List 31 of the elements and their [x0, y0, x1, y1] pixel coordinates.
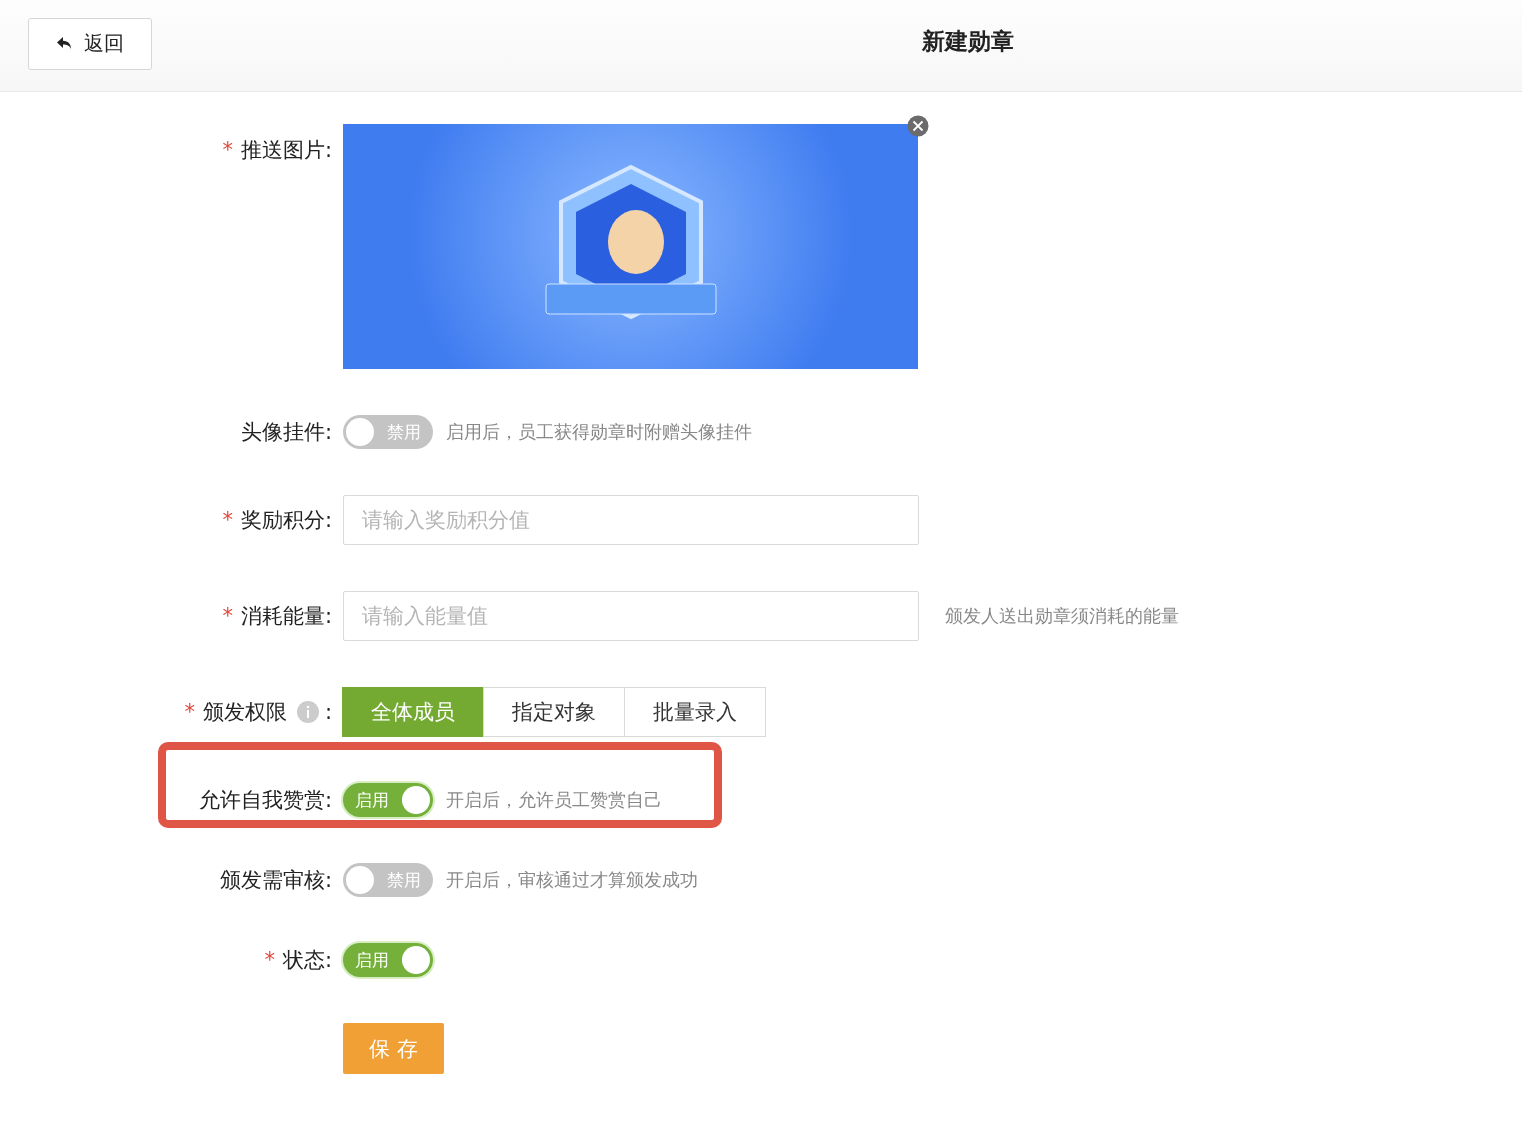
field-label: 奖励积分:	[240, 507, 332, 534]
field-label: 状态:	[282, 947, 332, 974]
required-mark: *	[222, 508, 233, 532]
field-label: 颁发权限	[202, 699, 287, 726]
segment-option[interactable]: 批量录入	[624, 687, 766, 737]
hint-text: 颁发人送出勋章须消耗的能量	[945, 604, 1179, 628]
required-mark: *	[222, 604, 233, 628]
back-button[interactable]: 返回	[28, 17, 152, 70]
field-label: 消耗能量:	[240, 603, 332, 630]
required-mark: *	[222, 138, 233, 162]
required-mark: *	[184, 700, 195, 724]
label-colon: :	[324, 700, 332, 724]
save-button[interactable]: 保 存	[343, 1023, 444, 1074]
segment-option[interactable]: 指定对象	[483, 687, 625, 737]
toggle-switch[interactable]: 启用	[343, 783, 433, 817]
close-icon[interactable]	[907, 115, 929, 137]
segment-option[interactable]: 全体成员	[342, 687, 484, 737]
field-label: 推送图片:	[240, 137, 332, 164]
hint-text: 开启后，允许员工赞赏自己	[446, 788, 662, 812]
field-label: 头像挂件:	[240, 419, 332, 446]
input-field[interactable]: 请输入奖励积分值	[343, 495, 919, 545]
toggle-switch[interactable]: 启用	[343, 943, 433, 977]
field-label: 允许自我赞赏:	[198, 787, 332, 814]
toggle-switch[interactable]: 禁用	[343, 863, 433, 897]
hint-text: 启用后，员工获得勋章时附赠头像挂件	[446, 420, 752, 444]
toggle-switch[interactable]: 禁用	[343, 415, 433, 449]
required-mark: *	[264, 948, 275, 972]
hint-text: 开启后，审核通过才算颁发成功	[446, 868, 698, 892]
input-field[interactable]: 请输入能量值	[343, 591, 919, 641]
field-label: 颁发需审核:	[219, 867, 332, 894]
page-title: 新建勋章	[922, 27, 1014, 56]
